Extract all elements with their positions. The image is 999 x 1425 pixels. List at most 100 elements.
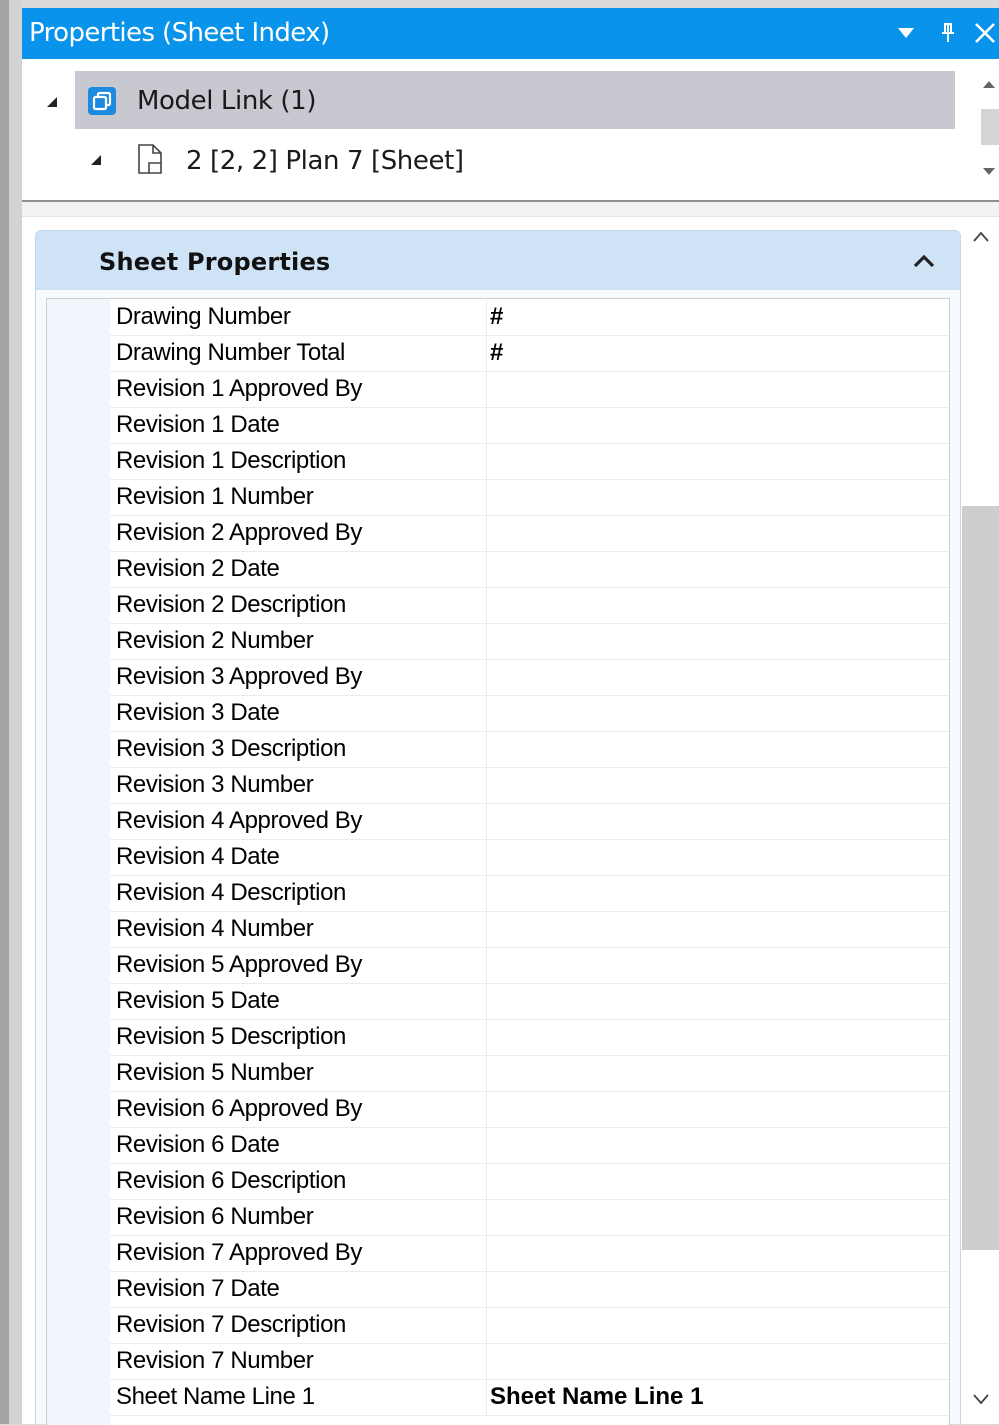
property-name: Drawing Number Total [116, 339, 345, 366]
property-row[interactable]: Revision 4 Number [110, 911, 949, 948]
property-row[interactable]: Revision 7 Approved By [110, 1235, 949, 1272]
property-row[interactable]: Revision 7 Date [110, 1271, 949, 1308]
splitter[interactable] [22, 202, 999, 217]
property-name: Revision 6 Description [116, 1167, 346, 1194]
property-row[interactable]: Revision 1 Number [110, 479, 949, 516]
property-row[interactable]: Revision 4 Approved By [110, 803, 949, 840]
property-row[interactable]: Revision 4 Date [110, 839, 949, 876]
property-row[interactable]: Revision 2 Description [110, 587, 949, 624]
scrollbar-thumb[interactable] [962, 506, 999, 1250]
column-divider [486, 875, 487, 911]
property-name: Revision 2 Description [116, 591, 346, 618]
property-row[interactable]: Revision 3 Description [110, 731, 949, 768]
property-row[interactable]: Revision 1 Description [110, 443, 949, 480]
property-name: Revision 4 Approved By [116, 807, 363, 834]
property-name: Revision 7 Date [116, 1275, 280, 1302]
property-row[interactable]: Revision 6 Date [110, 1127, 949, 1164]
scroll-up-icon[interactable] [981, 79, 997, 89]
property-row[interactable]: Revision 4 Description [110, 875, 949, 912]
expand-arrow-icon[interactable] [45, 95, 59, 109]
column-divider [486, 659, 487, 695]
properties-area: Sheet Properties Drawing Number # Drawing … [22, 202, 999, 1425]
property-name: Revision 6 Approved By [116, 1095, 363, 1122]
pin-icon [942, 23, 954, 42]
properties-scrollbar[interactable] [962, 222, 999, 1424]
column-divider [486, 515, 487, 551]
property-name: Revision 3 Approved By [116, 663, 363, 690]
column-divider [486, 767, 487, 803]
column-divider [486, 335, 487, 371]
property-row[interactable]: Revision 5 Number [110, 1055, 949, 1092]
property-row[interactable]: Revision 7 Description [110, 1307, 949, 1344]
column-divider [486, 479, 487, 515]
property-row[interactable]: Revision 6 Description [110, 1163, 949, 1200]
window-left-edge [0, 0, 9, 1424]
property-row[interactable]: Revision 5 Date [110, 983, 949, 1020]
window-menu-button[interactable] [893, 16, 919, 50]
column-divider [486, 1127, 487, 1163]
property-row[interactable]: Drawing Number # [110, 299, 949, 336]
chevron-up-icon[interactable] [912, 253, 936, 269]
column-divider [486, 1271, 487, 1307]
property-name: Revision 2 Number [116, 627, 314, 654]
property-row[interactable]: Sheet Name Line 1 Sheet Name Line 1 [110, 1379, 949, 1416]
property-row[interactable]: Revision 6 Approved By [110, 1091, 949, 1128]
model-link-icon [88, 87, 116, 115]
property-row[interactable]: Revision 2 Date [110, 551, 949, 588]
column-divider [486, 947, 487, 983]
tree-scrollbar[interactable] [977, 71, 999, 183]
property-name: Revision 1 Approved By [116, 375, 363, 402]
column-divider [486, 443, 487, 479]
column-divider [486, 731, 487, 767]
close-button[interactable] [970, 16, 999, 50]
column-divider [486, 1379, 487, 1415]
property-row[interactable]: Revision 5 Approved By [110, 947, 949, 984]
column-divider [486, 1055, 487, 1091]
column-divider [486, 1199, 487, 1235]
property-row[interactable]: Revision 3 Approved By [110, 659, 949, 696]
property-row[interactable]: Revision 2 Approved By [110, 515, 949, 552]
column-divider [486, 1307, 487, 1343]
property-value[interactable]: # [490, 338, 503, 368]
property-name: Revision 7 Number [116, 1347, 314, 1374]
column-divider [486, 1019, 487, 1055]
scroll-down-icon[interactable] [981, 167, 997, 177]
section-header-sheet-properties[interactable]: Sheet Properties [35, 230, 961, 292]
column-divider [486, 695, 487, 731]
pin-button[interactable] [934, 16, 962, 50]
window-top-edge [0, 0, 999, 8]
property-row[interactable]: Revision 2 Number [110, 623, 949, 660]
column-divider [486, 1343, 487, 1379]
property-value[interactable]: Sheet Name Line 1 [490, 1382, 703, 1412]
property-row[interactable]: Revision 5 Description [110, 1019, 949, 1056]
properties-titlebar: Properties (Sheet Index) [22, 8, 999, 59]
property-name: Revision 1 Number [116, 483, 314, 510]
property-name: Revision 6 Number [116, 1203, 314, 1230]
property-name: Revision 2 Date [116, 555, 280, 582]
property-name: Revision 5 Description [116, 1023, 346, 1050]
property-row[interactable]: Revision 3 Number [110, 767, 949, 804]
property-name: Revision 7 Description [116, 1311, 346, 1338]
property-name: Revision 5 Date [116, 987, 280, 1014]
window-title: Properties (Sheet Index) [29, 18, 330, 48]
property-row[interactable]: Revision 6 Number [110, 1199, 949, 1236]
property-name: Revision 5 Approved By [116, 951, 363, 978]
scrollbar-thumb[interactable] [981, 109, 999, 145]
property-row[interactable]: Revision 3 Date [110, 695, 949, 732]
expand-arrow-icon[interactable] [89, 153, 103, 167]
property-row[interactable]: Drawing Number Total # [110, 335, 949, 372]
property-name: Drawing Number [116, 303, 291, 330]
scroll-up-icon[interactable] [972, 230, 990, 244]
column-divider [486, 371, 487, 407]
property-row[interactable]: Revision 7 Number [110, 1343, 949, 1380]
property-name: Revision 4 Description [116, 879, 346, 906]
scroll-down-icon[interactable] [972, 1392, 990, 1406]
column-divider [486, 587, 487, 623]
property-row[interactable]: Revision 1 Date [110, 407, 949, 444]
column-divider [486, 803, 487, 839]
property-name: Sheet Name Line 1 [116, 1383, 315, 1410]
property-row[interactable]: Revision 1 Approved By [110, 371, 949, 408]
close-icon [974, 23, 995, 43]
property-name: Revision 7 Approved By [116, 1239, 363, 1266]
property-value[interactable]: # [490, 302, 503, 332]
